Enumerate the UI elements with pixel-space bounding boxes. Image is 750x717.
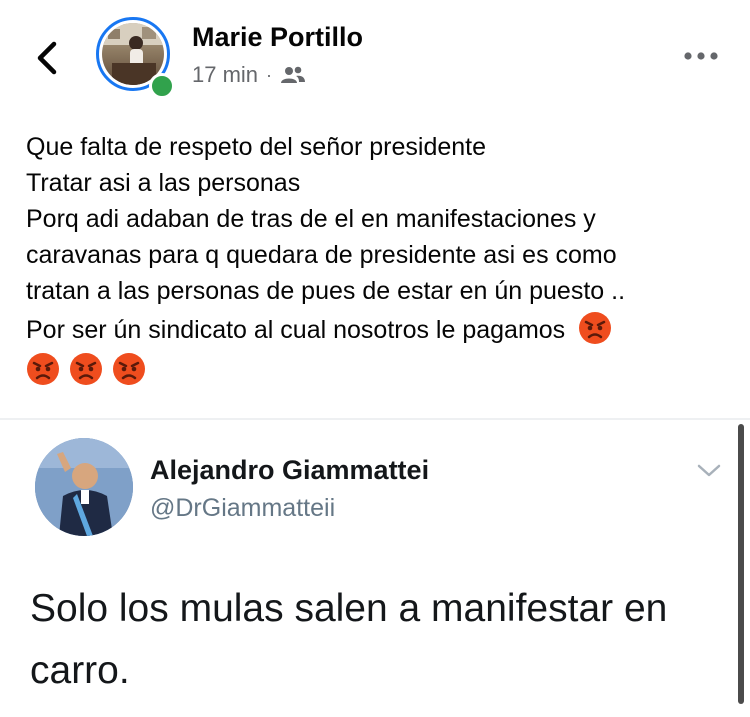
scrollbar[interactable] <box>738 424 744 704</box>
post-meta: 17 min · <box>192 62 306 88</box>
embedded-tweet-screenshot[interactable]: Alejandro Giammattei @DrGiammatteii Solo… <box>0 418 750 717</box>
meta-separator: · <box>266 64 273 85</box>
tweet-text-line: Solo los mulas salen a manifestar en <box>30 587 668 630</box>
angry-face-emoji <box>112 353 145 385</box>
tweet-author-handle[interactable]: @DrGiammatteii <box>150 494 335 523</box>
back-arrow-icon[interactable] <box>28 36 68 80</box>
author-name[interactable]: Marie Portillo <box>192 22 363 53</box>
post-line: caravanas para q quedara de presidente a… <box>26 241 617 269</box>
post-line: Que falta de respeto del señor president… <box>26 133 487 161</box>
tweet-author-avatar[interactable] <box>35 438 133 536</box>
facebook-post: Marie Portillo 17 min · Que falta de res… <box>0 0 750 410</box>
post-line: tratan a las personas de pues de estar e… <box>26 277 626 305</box>
post-line: Tratar asi a las personas <box>26 169 301 197</box>
angry-face-emoji <box>579 312 612 344</box>
angry-face-emoji <box>69 353 102 385</box>
tweet-author-name[interactable]: Alejandro Giammattei <box>150 455 429 486</box>
post-line-last: Por ser ún sindicato al cual nosotros le… <box>26 311 726 348</box>
angry-face-emoji <box>27 353 59 385</box>
post-line: Porq adi adaban de tras de el en manifes… <box>26 205 596 233</box>
author-avatar[interactable] <box>96 17 176 99</box>
online-status-dot <box>149 73 175 99</box>
tweet-text: Solo los mulas salen a manifestar en car… <box>30 578 730 702</box>
chevron-down-icon[interactable] <box>694 460 724 480</box>
tweet-text-line: carro. <box>30 649 130 692</box>
post-text: Que falta de respeto del señor president… <box>26 129 726 389</box>
emoji-row <box>26 352 726 389</box>
friends-icon <box>281 66 306 83</box>
more-options-icon[interactable] <box>680 44 722 68</box>
post-line: Por ser ún sindicato al cual nosotros le… <box>26 316 566 344</box>
divider <box>0 418 750 420</box>
post-time[interactable]: 17 min <box>192 62 258 88</box>
